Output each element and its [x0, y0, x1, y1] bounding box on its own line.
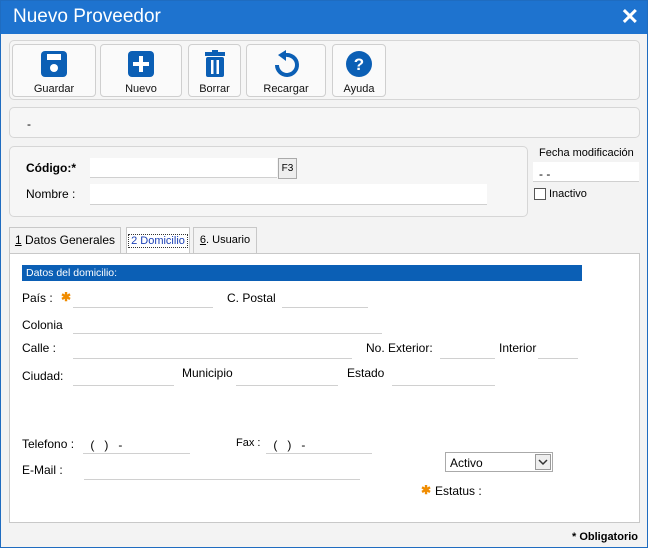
codigo-input[interactable] — [90, 158, 277, 177]
window-title: Nuevo Proveedor — [13, 6, 161, 27]
pais-field[interactable] — [73, 288, 213, 308]
interior-input[interactable] — [538, 339, 578, 358]
colonia-label: Colonia — [22, 318, 63, 332]
telefono-field[interactable]: ( ) - — [83, 434, 190, 454]
save-button[interactable]: Guardar — [12, 44, 96, 97]
email-field[interactable] — [84, 460, 360, 480]
cpostal-field[interactable] — [282, 288, 368, 308]
fax-label: Fax : — [236, 437, 261, 449]
required-icon: ✱ — [61, 290, 72, 304]
ciudad-label: Ciudad: — [22, 369, 64, 383]
email-label: E-Mail : — [22, 463, 63, 477]
estado-input[interactable] — [392, 366, 495, 385]
colonia-input[interactable] — [73, 314, 382, 333]
code-panel: Código:* F3 Nombre : — [9, 146, 528, 217]
estado-label: Estado — [347, 366, 385, 380]
estado-field[interactable] — [392, 366, 495, 386]
fax-field[interactable]: ( ) - — [266, 434, 372, 454]
interior-label: Interior — [499, 341, 537, 355]
codigo-field[interactable] — [90, 158, 277, 178]
codigo-label: Código:* — [26, 161, 76, 175]
toolbar: Guardar Nuevo Borrar Recargar ? Ayuda — [9, 40, 640, 100]
fecha-value: - - — [539, 167, 551, 181]
municipio-label: Municipio — [182, 366, 233, 380]
delete-button[interactable]: Borrar — [188, 44, 241, 97]
nombre-label: Nombre : — [26, 187, 76, 201]
cpostal-label: C. Postal — [227, 291, 276, 305]
interior-field[interactable] — [538, 339, 578, 359]
inactivo-label: Inactivo — [549, 188, 587, 200]
new-button[interactable]: Nuevo — [100, 44, 182, 97]
nombre-input[interactable] — [90, 184, 487, 204]
email-input[interactable] — [84, 460, 360, 479]
calle-field[interactable] — [73, 339, 352, 359]
dialog-window: Nuevo Proveedor ✕ Guardar Nuevo Borrar R… — [0, 0, 648, 548]
pais-label: País : — [22, 291, 53, 305]
section-title: Datos del domicilio: — [22, 265, 582, 281]
inactivo-checkbox[interactable] — [534, 188, 546, 200]
colonia-field[interactable] — [73, 314, 382, 334]
tab-datos-generales-key: 1 — [14, 233, 22, 247]
tab-datos-generales-label: Datos Generales — [21, 233, 116, 247]
estatus-required-icon: ✱ — [421, 483, 432, 497]
help-icon: ? — [346, 51, 372, 77]
tab-usuario-label: . Usuario — [206, 234, 251, 246]
telefono-label: Telefono : — [22, 437, 75, 451]
info-bar: - — [9, 107, 640, 138]
telefono-value: ( ) - — [87, 438, 123, 452]
svg-text:?: ? — [354, 55, 364, 74]
noext-input[interactable] — [440, 339, 495, 358]
reload-button[interactable]: Recargar — [246, 44, 326, 97]
info-text: - — [27, 117, 31, 131]
close-icon[interactable]: ✕ — [621, 4, 639, 30]
domicilio-panel: Datos del domicilio: País : ✱ C. Postal … — [9, 253, 640, 523]
ciudad-input[interactable] — [73, 366, 174, 385]
help-label: Ayuda — [343, 83, 375, 95]
f3-button[interactable]: F3 — [278, 158, 297, 179]
pais-input[interactable] — [73, 288, 213, 307]
calle-input[interactable] — [73, 339, 352, 358]
reload-label: Recargar — [263, 83, 309, 95]
save-icon — [41, 51, 67, 77]
trash-icon — [204, 50, 225, 77]
tab-domicilio-label: 2 Domicilio — [128, 234, 188, 248]
help-button[interactable]: ? Ayuda — [332, 44, 386, 97]
ciudad-field[interactable] — [73, 366, 174, 386]
fax-value: ( ) - — [270, 438, 306, 452]
chevron-down-icon[interactable] — [535, 454, 551, 470]
tab-usuario[interactable]: 6. Usuario — [193, 227, 257, 253]
municipio-input[interactable] — [236, 366, 338, 385]
cpostal-input[interactable] — [282, 288, 368, 307]
municipio-field[interactable] — [236, 366, 338, 386]
estatus-label: Estatus : — [435, 484, 482, 498]
nombre-field[interactable] — [90, 184, 487, 205]
fecha-field: - - — [533, 162, 639, 182]
noext-field[interactable] — [440, 339, 495, 359]
estatus-value: Activo — [450, 456, 483, 470]
save-label: Guardar — [33, 83, 75, 95]
estatus-select[interactable]: Activo — [445, 452, 553, 472]
required-note: * Obligatorio — [572, 531, 638, 543]
reload-icon — [275, 50, 299, 77]
tab-datos-generales[interactable]: 1 Datos Generales — [9, 227, 121, 253]
fecha-label: Fecha modificación — [539, 147, 634, 159]
title-bar: Nuevo Proveedor ✕ — [1, 1, 647, 34]
plus-icon — [128, 51, 154, 77]
calle-label: Calle : — [22, 341, 57, 355]
tab-domicilio[interactable]: 2 Domicilio — [126, 227, 190, 254]
noext-label: No. Exterior: — [366, 341, 433, 355]
delete-label: Borrar — [199, 83, 230, 95]
new-label: Nuevo — [125, 83, 157, 95]
